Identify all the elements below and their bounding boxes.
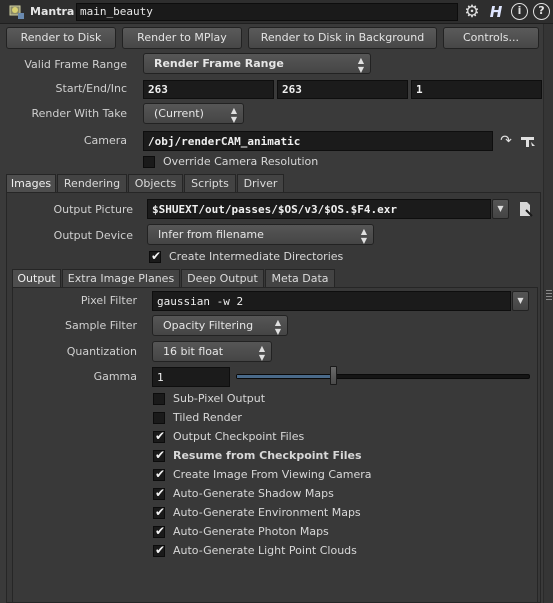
- pixel-filter-label: Pixel Filter: [80, 294, 137, 307]
- start-frame-field[interactable]: 263: [143, 80, 274, 99]
- auto-generate-shadow-maps-label: Auto-Generate Shadow Maps: [173, 487, 334, 500]
- tab-rendering[interactable]: Rendering: [57, 174, 127, 192]
- pixel-filter-dropdown[interactable]: ▼: [512, 291, 529, 311]
- auto-generate-light-point-clouds-checkbox[interactable]: [153, 543, 165, 557]
- camera-label: Camera: [83, 134, 127, 147]
- tab-driver[interactable]: Driver: [237, 174, 284, 192]
- render-background-button[interactable]: Render to Disk in Background: [248, 27, 437, 49]
- create-intermediate-dirs-checkbox[interactable]: [149, 249, 161, 263]
- tab-deep-output[interactable]: Deep Output: [181, 269, 264, 287]
- override-camera-resolution-label: Override Camera Resolution: [163, 155, 319, 168]
- gamma-slider-handle[interactable]: [330, 366, 337, 385]
- jump-to-operator-icon[interactable]: ↷: [497, 132, 515, 150]
- tab-meta-data[interactable]: Meta Data: [265, 269, 335, 287]
- gamma-field[interactable]: 1: [152, 367, 230, 387]
- auto-generate-shadow-maps-checkbox[interactable]: [153, 486, 165, 500]
- valid-frame-range-value: Render Frame Range: [154, 57, 284, 70]
- render-with-take-label: Render With Take: [31, 107, 127, 120]
- node-name-field[interactable]: main_beauty: [76, 3, 458, 21]
- scrollbar-grip[interactable]: [546, 290, 552, 302]
- gamma-slider-fill: [237, 375, 334, 378]
- output-picture-field[interactable]: $SHUEXT/out/passes/$OS/v3/$OS.$F4.exr: [147, 199, 491, 219]
- resume-from-checkpoint-files-label: Resume from Checkpoint Files: [173, 449, 362, 462]
- updown-arrows-icon: ▲ ▼: [230, 106, 237, 124]
- render-with-take-menu[interactable]: (Current) ▲ ▼: [143, 103, 244, 124]
- updown-arrows-icon: ▲ ▼: [360, 227, 367, 245]
- render-to-disk-button[interactable]: Render to Disk: [6, 27, 116, 49]
- gear-icon[interactable]: ⚙: [462, 2, 482, 22]
- sub-pixel-output-checkbox[interactable]: [153, 393, 165, 405]
- output-device-menu[interactable]: Infer from filename ▲ ▼: [147, 224, 374, 245]
- auto-generate-photon-maps-checkbox[interactable]: [153, 524, 165, 538]
- output-picture-dropdown[interactable]: ▼: [492, 199, 509, 219]
- gamma-slider-track[interactable]: [236, 374, 530, 379]
- file-chooser-icon[interactable]: [516, 200, 534, 218]
- output-checkpoint-files-checkbox[interactable]: [153, 429, 165, 443]
- gamma-label: Gamma: [93, 370, 137, 383]
- updown-arrows-icon: ▲ ▼: [357, 56, 364, 74]
- tab-images[interactable]: Images: [6, 174, 56, 192]
- increment-field[interactable]: 1: [411, 80, 542, 99]
- tab-output[interactable]: Output: [12, 269, 61, 287]
- auto-generate-environment-maps-checkbox[interactable]: [153, 505, 165, 519]
- override-camera-resolution-checkbox[interactable]: [143, 156, 155, 168]
- create-image-from-viewing-camera-checkbox[interactable]: [153, 467, 165, 481]
- updown-arrows-icon: ▲ ▼: [258, 344, 265, 362]
- tiled-render-checkbox[interactable]: [153, 412, 165, 424]
- start-end-inc-label: Start/End/Inc: [55, 82, 127, 95]
- tab-extra-image-planes[interactable]: Extra Image Planes: [62, 269, 180, 287]
- houdini-help-icon[interactable]: H: [486, 2, 506, 22]
- auto-generate-photon-maps-label: Auto-Generate Photon Maps: [173, 525, 329, 538]
- valid-frame-range-menu[interactable]: Render Frame Range ▲ ▼: [143, 53, 371, 74]
- tab-objects[interactable]: Objects: [128, 174, 183, 192]
- auto-generate-light-point-clouds-label: Auto-Generate Light Point Clouds: [173, 544, 357, 557]
- help-icon[interactable]: ?: [533, 3, 550, 20]
- quantization-menu[interactable]: 16 bit float ▲ ▼: [152, 341, 272, 362]
- updown-arrows-icon: ▲ ▼: [274, 318, 281, 336]
- title-bar: Mantra main_beauty ⚙ H i ?: [0, 0, 553, 24]
- output-picture-label: Output Picture: [53, 203, 133, 216]
- resume-from-checkpoint-files-checkbox[interactable]: [153, 448, 165, 462]
- operator-chooser-icon[interactable]: [519, 132, 537, 150]
- create-image-from-viewing-camera-label: Create Image From Viewing Camera: [173, 468, 372, 481]
- sample-filter-menu[interactable]: Opacity Filtering ▲ ▼: [152, 315, 288, 336]
- render-to-mplay-button[interactable]: Render to MPlay: [122, 27, 242, 49]
- camera-field[interactable]: /obj/renderCAM_animatic: [143, 131, 493, 151]
- quantization-value: 16 bit float: [163, 345, 224, 358]
- controls-button[interactable]: Controls...: [443, 27, 539, 49]
- output-device-label: Output Device: [53, 229, 133, 242]
- render-with-take-value: (Current): [154, 107, 204, 120]
- info-icon[interactable]: i: [511, 3, 528, 20]
- sub-pixel-output-label: Sub-Pixel Output: [173, 392, 266, 405]
- sample-filter-value: Opacity Filtering: [163, 319, 254, 332]
- scrollbar[interactable]: [543, 24, 553, 603]
- mantra-node-icon: [8, 3, 26, 21]
- output-picture-value: $SHUEXT/out/passes/$OS/v3/$OS.$F4.exr: [152, 203, 398, 216]
- tiled-render-label: Tiled Render: [173, 411, 242, 424]
- valid-frame-range-label: Valid Frame Range: [24, 58, 127, 71]
- pixel-filter-field[interactable]: gaussian -w 2: [152, 291, 511, 311]
- output-checkpoint-files-label: Output Checkpoint Files: [173, 430, 305, 443]
- node-type-label: Mantra: [30, 5, 75, 18]
- auto-generate-environment-maps-label: Auto-Generate Environment Maps: [173, 506, 361, 519]
- end-frame-field[interactable]: 263: [277, 80, 408, 99]
- tab-scripts[interactable]: Scripts: [184, 174, 236, 192]
- sample-filter-label: Sample Filter: [65, 319, 137, 332]
- create-intermediate-dirs-label: Create Intermediate Directories: [169, 250, 344, 263]
- output-device-value: Infer from filename: [158, 228, 264, 241]
- quantization-label: Quantization: [66, 345, 137, 358]
